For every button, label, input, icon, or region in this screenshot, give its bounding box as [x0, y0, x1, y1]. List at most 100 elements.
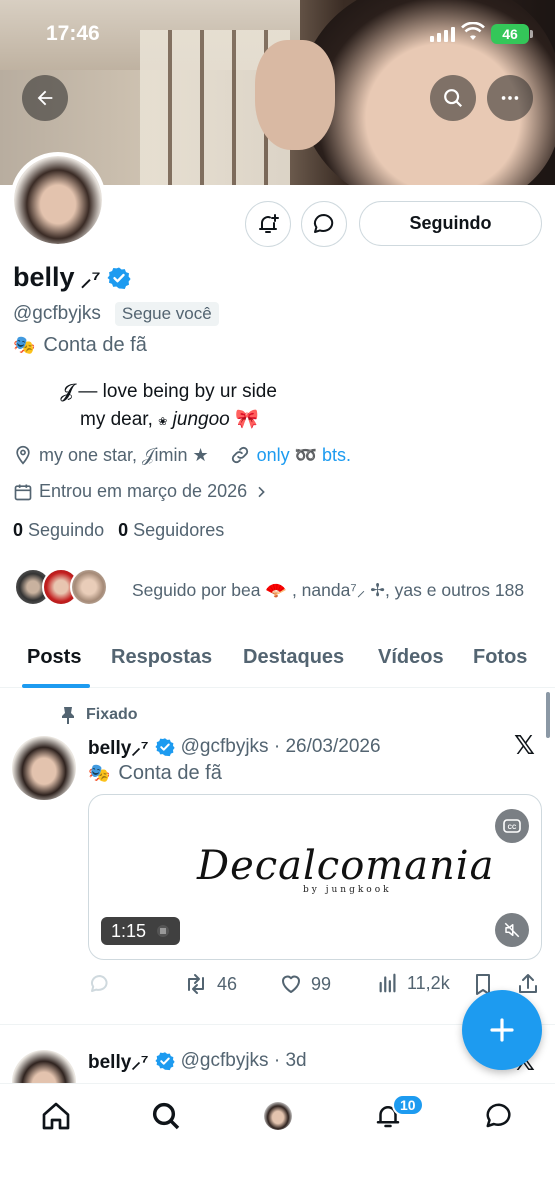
profile-handle: @gcfbyjks: [13, 303, 101, 324]
pin-icon: [62, 707, 74, 724]
avatar: [264, 1102, 292, 1130]
post-account-category: 🎭 Conta de fã: [88, 762, 222, 785]
verified-badge-icon: [155, 1052, 175, 1071]
signal-icon: [430, 27, 455, 42]
plus-icon: [490, 1018, 514, 1042]
notify-button[interactable]: [245, 201, 291, 247]
followed-by-text[interactable]: Seguido por bea 🪭 , nanda⁷⸝ ✢, yas e out…: [132, 578, 524, 602]
notifications-badge: 10: [392, 1094, 424, 1116]
following-count-link[interactable]: 0 Seguindo: [13, 520, 104, 541]
nav-search[interactable]: [148, 1098, 184, 1134]
follows-you-badge: Segue você: [114, 302, 219, 326]
active-tab-indicator: [22, 684, 90, 688]
scrollbar[interactable]: [546, 692, 550, 738]
retweet-icon: [188, 974, 204, 994]
joined-row[interactable]: Entrou em março de 2026: [13, 481, 269, 502]
video-title: Decalcomania: [197, 843, 495, 889]
tab-replies[interactable]: Respostas: [111, 646, 212, 669]
mute-button[interactable]: [495, 913, 529, 947]
share-icon: [519, 974, 537, 993]
battery-icon: 46: [491, 24, 533, 44]
bio-line-1: 𝓙 — love being by ur side: [60, 381, 277, 402]
message-button[interactable]: [301, 201, 347, 247]
search-button[interactable]: [430, 75, 476, 121]
handle-row: @gcfbyjks Segue você: [13, 302, 219, 326]
nav-profile[interactable]: [260, 1098, 296, 1134]
nav-messages[interactable]: [481, 1098, 517, 1134]
retweet-button[interactable]: 46: [183, 972, 237, 996]
views-button[interactable]: 11,2k: [377, 972, 450, 994]
video-duration-text: 1:15: [111, 920, 147, 941]
profile-tabs: Posts Respostas Destaques Vídeos Fotos: [0, 630, 555, 688]
arrow-left-icon: [37, 90, 53, 106]
pinned-label: Fixado: [86, 706, 138, 723]
video-player[interactable]: Decalcomania by jungkook CC 1:15: [88, 794, 542, 960]
following-button[interactable]: Seguindo: [359, 201, 542, 246]
home-icon: [42, 1102, 70, 1130]
followers-count-link[interactable]: 0 Seguidores: [118, 520, 224, 541]
account-category: 🎭 Conta de fã: [13, 334, 147, 357]
follow-counts: 0 Seguindo 0 Seguidores: [13, 520, 224, 541]
closed-captions-icon: CC: [503, 819, 521, 833]
post-actions: 46 99 11,2k: [88, 970, 542, 1000]
post-avatar[interactable]: [12, 736, 76, 800]
calendar-icon: [14, 484, 32, 500]
view-count: 11,2k: [407, 972, 450, 993]
heart-icon: [282, 975, 300, 993]
compose-button[interactable]: [462, 990, 542, 1070]
muted-speaker-icon: [504, 922, 520, 938]
chat-bubble-icon: [486, 1103, 511, 1128]
video-duration: 1:15: [101, 917, 181, 945]
profile-name-text: belly: [13, 262, 75, 292]
profile-avatar[interactable]: [10, 152, 106, 248]
avatar: [70, 568, 108, 606]
location-link-row: my one star, 𝒥imin ★ only ➿ bts.: [13, 444, 351, 466]
post-handle-date: @gcfbyjks · 26/03/2026: [180, 736, 381, 757]
followed-by-avatars[interactable]: [14, 568, 108, 606]
pinned-indicator: Fixado: [60, 706, 138, 724]
theater-mask-icon: 🎭: [13, 335, 36, 355]
x-logo-icon[interactable]: 𝕏: [514, 730, 535, 761]
tab-videos[interactable]: Vídeos: [378, 646, 444, 669]
location-text: my one star, 𝒥imin ★: [39, 444, 209, 465]
reply-icon: [91, 974, 108, 992]
verified-badge-icon: [107, 267, 131, 289]
theater-mask-icon: 🎭: [88, 763, 111, 783]
location-pin-icon: [16, 445, 30, 465]
bar-chart-icon: [379, 973, 396, 993]
more-icon: [501, 96, 519, 100]
more-button[interactable]: [487, 75, 533, 121]
tab-photos[interactable]: Fotos: [473, 646, 527, 669]
joined-date: Entrou em março de 2026: [39, 481, 248, 501]
like-count: 99: [311, 973, 332, 994]
profile-name: belly ⸝⁷: [13, 262, 131, 293]
tab-highlights[interactable]: Destaques: [243, 646, 344, 669]
captions-button[interactable]: CC: [495, 809, 529, 843]
bio-line-2: my dear, ❀ jungoo 🎀: [80, 409, 259, 430]
bell-plus-icon: [259, 214, 279, 233]
status-time: 17:46: [46, 22, 100, 45]
reply-button[interactable]: [88, 972, 112, 996]
post-header: belly⸝⁷ @gcfbyjks · 3d: [88, 1048, 307, 1074]
like-button[interactable]: 99: [279, 972, 331, 996]
link-icon: [231, 446, 248, 464]
retweet-count: 46: [217, 973, 238, 994]
post-author[interactable]: belly⸝⁷: [88, 1048, 149, 1074]
wifi-icon: [461, 22, 485, 40]
bottom-navigation: [0, 1083, 555, 1200]
tab-posts[interactable]: Posts: [27, 646, 81, 669]
share-button[interactable]: [516, 972, 540, 996]
post-category-label: Conta de fã: [118, 762, 222, 784]
post-author[interactable]: belly⸝⁷: [88, 734, 149, 760]
profile-link[interactable]: only ➿ bts.: [257, 445, 351, 466]
profile-bio: 𝓙 — love being by ur side my dear, ❀ jun…: [60, 378, 277, 436]
verified-badge-icon: [155, 738, 175, 757]
post-header: belly⸝⁷ @gcfbyjks · 26/03/2026: [88, 734, 381, 760]
search-icon: [152, 1102, 180, 1130]
chevron-right-icon: [258, 486, 265, 497]
profile-name-suffix: ⸝⁷: [80, 265, 101, 291]
post-handle-date: @gcfbyjks · 3d: [180, 1050, 307, 1071]
back-button[interactable]: [22, 75, 68, 121]
nav-home[interactable]: [38, 1098, 74, 1134]
status-bar: 17:46 46: [0, 0, 555, 60]
